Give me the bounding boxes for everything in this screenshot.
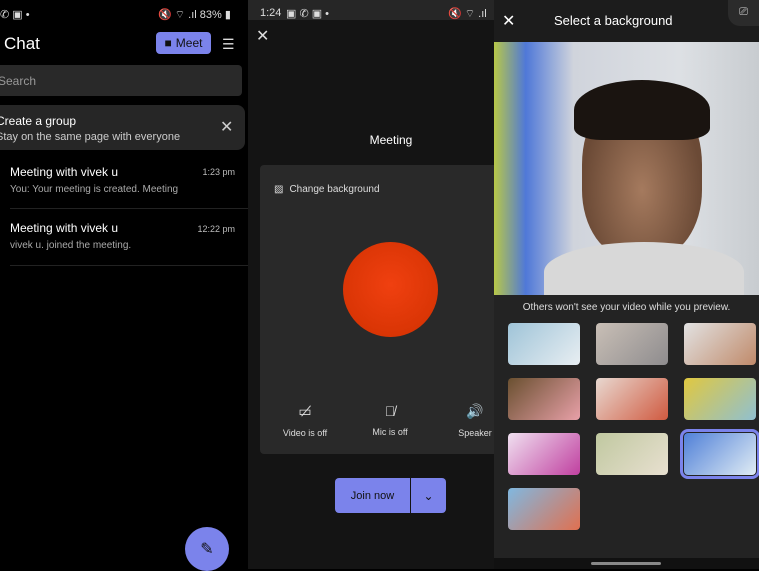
- video-preview: [494, 42, 759, 295]
- status-time: 1:24: [260, 7, 282, 19]
- close-icon[interactable]: ✕: [220, 117, 233, 137]
- banner-subtitle: Stay on the same page with everyone: [0, 131, 181, 143]
- background-thumbnail[interactable]: [508, 488, 580, 530]
- background-effects-icon: ▨: [274, 184, 284, 195]
- close-icon[interactable]: ✕: [256, 26, 269, 46]
- search-input[interactable]: Search: [0, 65, 242, 96]
- chat-name: Meeting with vivek u: [10, 221, 119, 235]
- camera-switch-icon[interactable]: ⎚: [728, 0, 759, 26]
- chat-screen: ✆ ▣ • 🔇 ⌔ .ıl 83% ▮ Chat ■ Meet ☰ Search …: [0, 0, 248, 571]
- chevron-down-icon: ⌄: [423, 488, 434, 503]
- chat-name: Meeting with vivek u: [10, 165, 119, 179]
- mic-toggle[interactable]: 🎙̸ Mic is off: [355, 403, 425, 437]
- join-options-dropdown[interactable]: ⌄: [411, 478, 446, 513]
- change-background-label: Change background: [289, 184, 380, 195]
- mic-off-icon: 🎙̸: [384, 403, 396, 419]
- filter-icon[interactable]: ☰: [222, 36, 235, 53]
- meeting-title: Meeting: [369, 133, 413, 147]
- background-thumbnail[interactable]: [684, 378, 756, 420]
- video-label: Video is off: [282, 428, 328, 438]
- status-icons-right: 🔇 ⌔ .ıl: [448, 8, 487, 20]
- home-indicator: [591, 562, 661, 565]
- video-toggle[interactable]: ▭̸ Video is off: [270, 403, 340, 438]
- meeting-screen: 1:24 ▣ ✆ ▣ • 🔇 ⌔ .ıl ✕ Meeting ▨ Change b…: [248, 0, 500, 569]
- chat-list-item[interactable]: Meeting with vivek u 1:23 pm You: Your m…: [10, 152, 248, 209]
- background-thumbnail[interactable]: [508, 378, 580, 420]
- status-icons-left: ✆ ▣ •: [0, 9, 30, 21]
- background-thumbnail[interactable]: [596, 378, 668, 420]
- background-thumbnail[interactable]: [596, 433, 668, 475]
- screen-title: Select a background: [554, 13, 673, 28]
- chat-list-item[interactable]: Meeting with vivek u 12:22 pm vivek u. j…: [10, 209, 248, 266]
- create-group-banner[interactable]: Create a group Stay on the same page wit…: [0, 105, 245, 150]
- compose-icon: ✎: [200, 541, 214, 558]
- status-icons-left: ▣ ✆ ▣ •: [286, 8, 330, 20]
- chat-preview: vivek u. joined the meeting.: [10, 240, 132, 251]
- speaker-label: Speaker: [458, 428, 492, 438]
- background-thumbnail[interactable]: [684, 323, 756, 365]
- battery-level: 83%: [199, 9, 222, 21]
- preview-caption: Others won't see your video while you pr…: [522, 302, 731, 313]
- background-thumbnail[interactable]: [508, 323, 580, 365]
- background-thumbnail[interactable]: [508, 433, 580, 475]
- change-background-button[interactable]: ▨ Change background: [274, 184, 380, 195]
- status-icons-right: 🔇 ⌔ .ıl 83% ▮: [158, 9, 231, 21]
- chat-preview: You: Your meeting is created. Meeting: [10, 184, 179, 195]
- background-thumbnail[interactable]: [596, 323, 668, 365]
- mic-label: Mic is off: [372, 427, 408, 437]
- join-now-button[interactable]: Join now: [335, 478, 410, 513]
- new-chat-button[interactable]: ✎: [185, 527, 229, 571]
- page-title: Chat: [4, 34, 40, 53]
- close-icon[interactable]: ✕: [502, 11, 515, 31]
- meet-button[interactable]: ■ Meet: [156, 32, 211, 54]
- chat-time: 12:22 pm: [197, 224, 235, 234]
- banner-title: Create a group: [0, 114, 77, 128]
- preview-card: ▨ Change background ▭̸ Video is off 🎙̸ Mic …: [260, 165, 500, 454]
- chat-time: 1:23 pm: [202, 167, 235, 177]
- video-off-icon: ▭̸: [298, 403, 312, 419]
- avatar: [343, 242, 438, 337]
- background-thumbnail[interactable]: [680, 429, 759, 479]
- background-screen: ✕ Select a background ⎚ Others won't see…: [494, 0, 759, 569]
- video-icon: ■: [164, 36, 172, 50]
- meet-label: Meet: [175, 36, 203, 50]
